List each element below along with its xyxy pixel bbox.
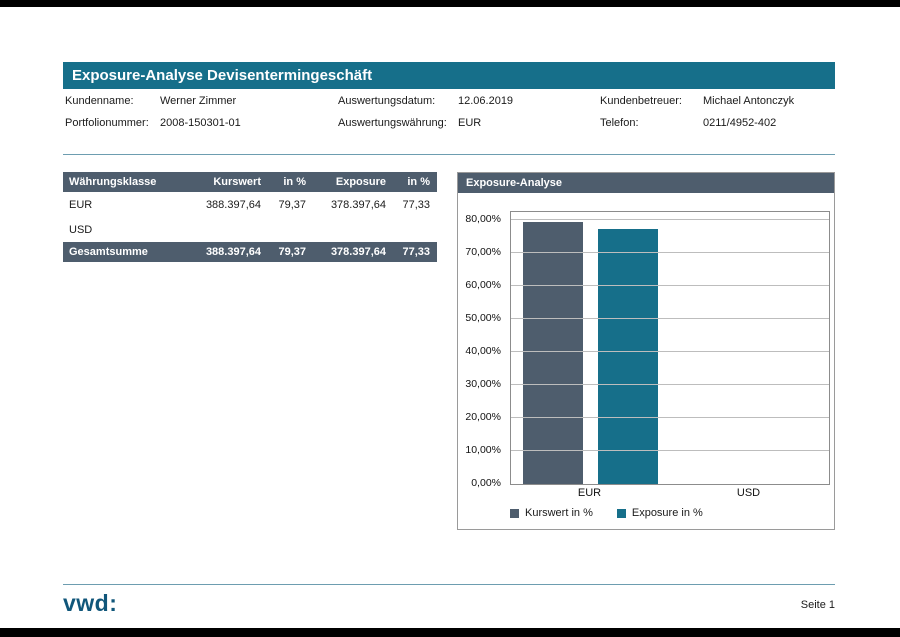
legend-label: Exposure in % [632, 507, 703, 519]
exposure-table-container: Währungsklasse Kurswert in % Exposure in… [63, 172, 437, 262]
table-row: USD [63, 217, 437, 242]
legend-swatch-icon [510, 509, 519, 518]
auswertungsdatum-label: Auswertungsdatum: [338, 95, 435, 107]
exposure-chart-panel: Exposure-Analyse 0,00% 10,00% 20,00% 30,00%… [457, 172, 835, 530]
cell [178, 217, 268, 242]
report-page: Exposure-Analyse Devisentermingeschäft K… [0, 0, 900, 637]
legend-item: Kurswert in % [510, 507, 593, 519]
cell: 77,33 [393, 192, 437, 217]
gridline [511, 417, 829, 418]
gridline [511, 318, 829, 319]
column-header: Exposure [313, 172, 393, 192]
auswertungswaehrung-value: EUR [458, 117, 481, 129]
cell: Gesamtsumme [63, 242, 178, 262]
cell [268, 217, 313, 242]
cell: USD [63, 217, 178, 242]
cell: EUR [63, 192, 178, 217]
kundenname-label: Kundenname: [65, 95, 134, 107]
cell: 378.397,64 [313, 192, 393, 217]
table-header-row: Währungsklasse Kurswert in % Exposure in… [63, 172, 437, 192]
portfolionummer-value: 2008-150301-01 [160, 117, 241, 129]
legend: Kurswert in % Exposure in % [510, 507, 703, 519]
plot-area [510, 211, 830, 485]
column-header: in % [393, 172, 437, 192]
legend-swatch-icon [617, 509, 626, 518]
y-tick-label: 60,00% [465, 279, 501, 291]
kundenbetreuer-label: Kundenbetreuer: [600, 95, 682, 107]
cell: 378.397,64 [313, 242, 393, 262]
legend-item: Exposure in % [617, 507, 703, 519]
legend-label: Kurswert in % [525, 507, 593, 519]
y-tick-label: 80,00% [465, 213, 501, 225]
column-header: Währungsklasse [63, 172, 178, 192]
y-tick-label: 10,00% [465, 444, 501, 456]
y-tick-label: 40,00% [465, 345, 501, 357]
kundenname-value: Werner Zimmer [160, 95, 236, 107]
vwd-logo: vwd: [63, 590, 117, 617]
y-tick-label: 50,00% [465, 312, 501, 324]
cell [393, 217, 437, 242]
table-row: EUR 388.397,64 79,37 378.397,64 77,33 [63, 192, 437, 217]
page-number: Seite 1 [801, 599, 835, 611]
portfolionummer-label: Portfolionummer: [65, 117, 149, 129]
gridline [511, 450, 829, 451]
page-title: Exposure-Analyse Devisentermingeschäft [63, 62, 835, 89]
gridline [511, 219, 829, 220]
gridline [511, 252, 829, 253]
y-tick-label: 0,00% [471, 477, 501, 489]
gridline [511, 285, 829, 286]
cell [313, 217, 393, 242]
telefon-label: Telefon: [600, 117, 639, 129]
cell: 79,37 [268, 242, 313, 262]
top-border [0, 0, 900, 7]
exposure-table: Währungsklasse Kurswert in % Exposure in… [63, 172, 437, 262]
cell: 388.397,64 [178, 192, 268, 217]
x-tick-label: EUR [510, 487, 669, 499]
bar-eur [523, 222, 583, 484]
cell: 77,33 [393, 242, 437, 262]
bottom-border [0, 628, 900, 637]
header-divider [63, 154, 835, 155]
kundenbetreuer-value: Michael Antonczyk [703, 95, 794, 107]
bar-eur [598, 229, 658, 484]
gridline [511, 351, 829, 352]
auswertungsdatum-value: 12.06.2019 [458, 95, 513, 107]
y-tick-label: 20,00% [465, 411, 501, 423]
telefon-value: 0211/4952-402 [703, 117, 776, 129]
chart-title: Exposure-Analyse [458, 173, 834, 193]
cell: 388.397,64 [178, 242, 268, 262]
y-axis: 0,00%10,00%20,00%30,00%40,00%50,00%60,00… [458, 211, 506, 483]
cell: 79,37 [268, 192, 313, 217]
y-tick-label: 30,00% [465, 378, 501, 390]
gridline [511, 384, 829, 385]
x-tick-label: USD [669, 487, 828, 499]
column-header: Kurswert [178, 172, 268, 192]
auswertungswaehrung-label: Auswertungswährung: [338, 117, 447, 129]
x-axis: EURUSD [510, 487, 828, 499]
column-header: in % [268, 172, 313, 192]
table-total-row: Gesamtsumme 388.397,64 79,37 378.397,64 … [63, 242, 437, 262]
footer-divider [63, 584, 835, 585]
y-tick-label: 70,00% [465, 246, 501, 258]
